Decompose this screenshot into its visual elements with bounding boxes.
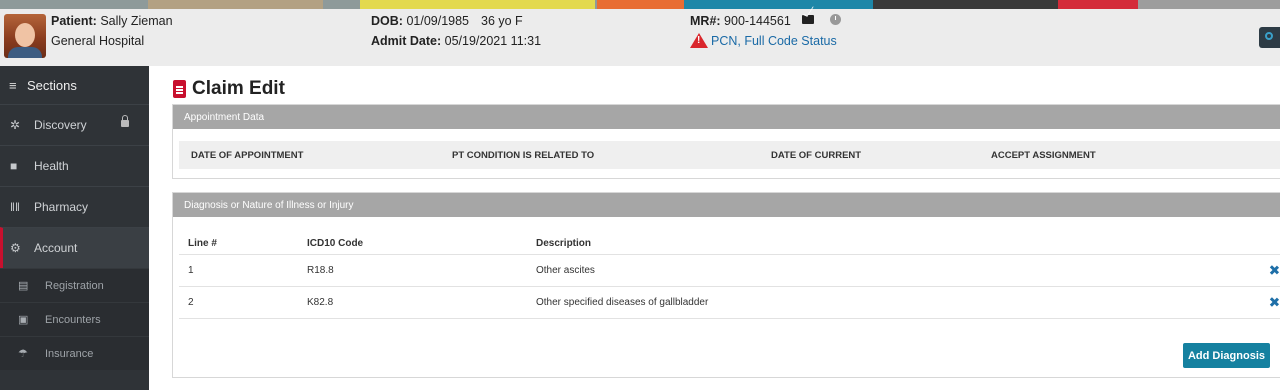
column-header: Line # [188,238,217,249]
umbrella-icon: ☂ [18,348,28,360]
status-color-bar [0,0,1280,9]
panel-header: Diagnosis or Nature of Illness or Injury [173,193,1280,217]
column-header: Description [536,238,592,249]
facility-name: General Hospital [51,34,145,48]
avatar [4,14,46,58]
search-icon [1265,32,1273,40]
main-content: Claim Edit Appointment Data DATE OF APPO… [149,66,1280,390]
sidebar-subitem-insurance[interactable]: ☂ Insurance [0,336,149,370]
lock-icon [121,115,129,127]
id-card-icon: ▣ [18,314,29,326]
remove-icon[interactable] [1269,297,1279,307]
add-diagnosis-button[interactable]: Add Diagnosis [1183,343,1270,368]
icd10-code: K82.8 [307,297,334,308]
panel-header: Appointment Data [173,105,1280,129]
sidebar-subitem-label: Encounters [45,313,101,326]
page-title: Claim Edit [173,78,285,100]
remove-icon[interactable] [1269,265,1279,275]
sidebar-subitem-label: Registration [45,279,104,292]
description: Other ascites [536,265,595,276]
gear-icon: ✲ [10,118,21,132]
warning-triangle-icon [690,33,708,48]
diagnosis-table: Line # ICD10 Code Description 1 R18.8 Ot… [179,229,1280,319]
page-title-text: Claim Edit [192,78,285,99]
clock-icon[interactable] [830,14,841,25]
column-header: DATE OF APPOINTMENT [191,150,304,161]
sidebar-subitem-label: Insurance [45,347,94,360]
search-button[interactable] [1259,27,1280,48]
barcode-icon: ‖‖ [10,200,20,214]
medkit-icon: ■ [10,159,18,173]
table-row[interactable]: 2 K82.8 Other specified diseases of gall… [179,287,1280,319]
sidebar-item-health[interactable]: ■ Health [0,145,149,186]
description: Other specified diseases of gallbladder [536,297,709,308]
sidebar-item-account[interactable]: ⚙ Account [0,227,149,268]
sidebar-title: Sections [27,77,77,93]
table-header-row: Line # ICD10 Code Description [179,229,1280,255]
clipboard-icon: ▤ [18,280,29,292]
mr-number: MR#: 900-144561 [690,14,791,28]
line-number: 1 [188,265,194,276]
sidebar-subitem-encounters[interactable]: ▣ Encounters [0,302,149,336]
code-status-alert[interactable]: PCN, Full Code Status [711,34,837,48]
cogs-icon: ⚙ [10,241,21,255]
admit-date: Admit Date: 05/19/2021 11:31 [371,34,542,48]
appointment-panel: Appointment Data DATE OF APPOINTMENT PT … [172,104,1280,179]
column-header: ACCEPT ASSIGNMENT [991,150,1096,161]
column-header: DATE OF CURRENT [771,150,862,161]
document-icon [173,80,186,98]
sidebar-item-discovery[interactable]: ✲ Discovery [0,104,149,145]
icd10-code: R18.8 [307,265,334,276]
table-row[interactable]: 1 R18.8 Other ascites [179,255,1280,287]
sidebar: ≡ Sections ✲ Discovery ■ Health ‖‖ Pharm… [0,66,149,390]
column-header: PT CONDITION IS RELATED TO [452,150,595,161]
sidebar-item-label: Pharmacy [34,200,89,214]
column-header: ICD10 Code [307,238,364,249]
sidebar-item-label: Health [34,159,69,173]
line-number: 2 [188,297,194,308]
sidebar-item-label: Account [34,241,78,255]
age-sex: 36 yo F [481,14,523,28]
sidebar-item-label: Discovery [34,118,87,132]
sidebar-header[interactable]: ≡ Sections [0,66,149,104]
appointment-columns: DATE OF APPOINTMENT PT CONDITION IS RELA… [179,141,1280,169]
dob: DOB: 01/09/1985 [371,14,469,28]
sidebar-subitem-registration[interactable]: ▤ Registration [0,268,149,302]
menu-icon: ≡ [9,77,17,93]
sidebar-item-pharmacy[interactable]: ‖‖ Pharmacy [0,186,149,227]
diagnosis-panel: Diagnosis or Nature of Illness or Injury… [172,192,1280,378]
mail-icon[interactable] [802,15,814,24]
patient-name: Patient: Sally Zieman [51,14,173,28]
patient-header: Patient: Sally Zieman General Hospital D… [0,0,1280,66]
